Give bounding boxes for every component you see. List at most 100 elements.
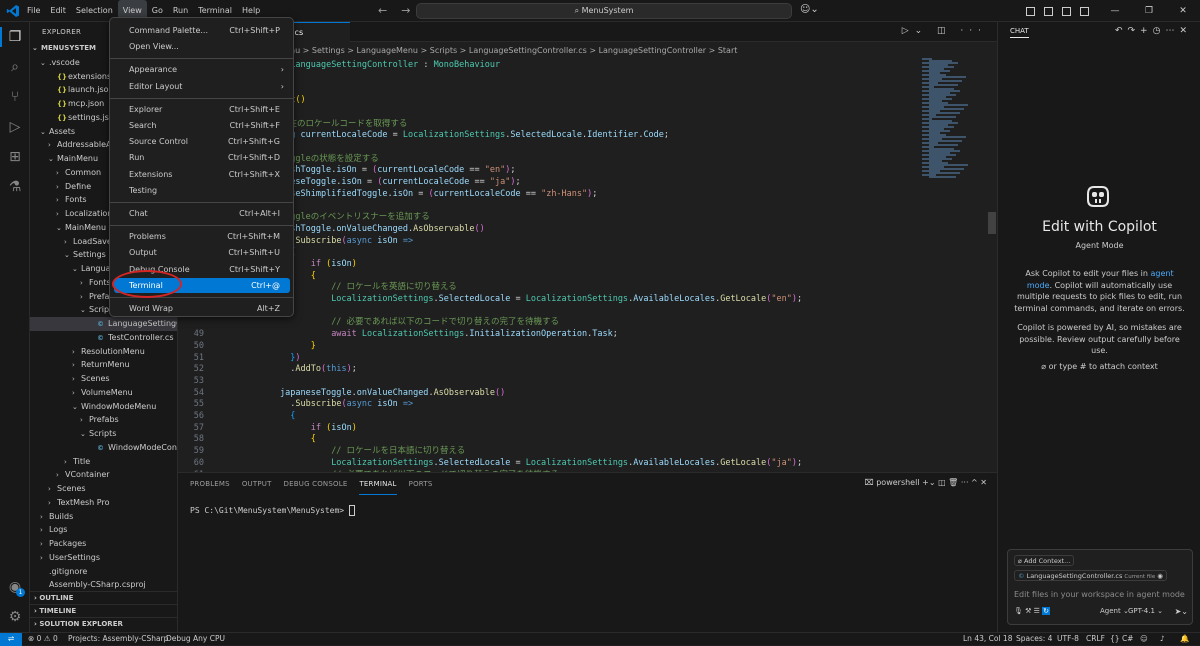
chat-input-box[interactable]: ⌀ Add Context... © LanguageSettingContro…	[1007, 549, 1193, 625]
solution-explorer-section[interactable]: › SOLUTION EXPLORER	[30, 617, 177, 630]
send-icon[interactable]: ➤⌄	[1175, 607, 1188, 616]
terminal-content[interactable]: PS C:\Git\MenuSystem\MenuSystem>	[190, 505, 355, 516]
menu-file[interactable]: File	[22, 0, 45, 22]
problems-status[interactable]: ⊗ 0 ⚠ 0	[28, 633, 58, 645]
model-select[interactable]: GPT-4.1 ⌄	[1128, 607, 1163, 615]
panel-tab-terminal[interactable]: TERMINAL	[359, 473, 397, 495]
new-terminal-icon[interactable]: +⌄	[922, 478, 938, 487]
tree-folder[interactable]: › VContainer	[30, 468, 177, 482]
tree-folder[interactable]: ⌄ Scripts	[30, 427, 177, 441]
maximize-panel-icon[interactable]: ^	[971, 478, 980, 487]
view-menu-item-output[interactable]: Output Ctrl+Shift+U	[114, 245, 290, 260]
extensions-icon[interactable]: ⊞	[6, 148, 24, 166]
settings-gear-icon[interactable]: ⚙	[6, 608, 24, 626]
view-menu-item-source-control[interactable]: Source Control Ctrl+Shift+G	[114, 134, 290, 149]
view-menu-item-word-wrap[interactable]: Word Wrap Alt+Z	[114, 301, 290, 316]
tree-folder[interactable]: › Packages	[30, 537, 177, 551]
trash-icon[interactable]: 🗑	[948, 478, 961, 487]
view-menu-item-extensions[interactable]: Extensions Ctrl+Shift+X	[114, 167, 290, 182]
close-button[interactable]: ✕	[1166, 6, 1200, 16]
language-mode[interactable]: {} C#	[1110, 633, 1133, 645]
chat-actions[interactable]: ↶↷+◷⋯✕	[1115, 26, 1192, 36]
current-file-chip[interactable]: © LanguageSettingController.cs Current f…	[1014, 570, 1167, 581]
view-menu-item-problems[interactable]: Problems Ctrl+Shift+M	[114, 229, 290, 244]
tree-folder[interactable]: › Scenes	[30, 482, 177, 496]
tree-folder[interactable]: › Logs	[30, 523, 177, 537]
split-terminal-icon[interactable]: ◫	[938, 478, 948, 487]
tools-icon[interactable]: ⚒	[1025, 607, 1034, 615]
chat-input-placeholder[interactable]: Edit files in your workspace in agent mo…	[1014, 590, 1185, 599]
editor-actions[interactable]: ▷⌄ ◫ ···	[902, 26, 987, 36]
view-menu-item-editor-layout[interactable]: Editor Layout ›	[114, 79, 290, 94]
tree-file[interactable]: .gitignore	[30, 565, 177, 579]
tree-folder[interactable]: › Scenes	[30, 372, 177, 386]
more-icon[interactable]: ···	[961, 478, 971, 487]
copilot-menu-button[interactable]: ☺⌄	[800, 4, 819, 15]
tree-folder[interactable]: › Title	[30, 455, 177, 469]
outline-section[interactable]: › OUTLINE	[30, 591, 177, 604]
remote-icon[interactable]: ⇌	[0, 633, 22, 646]
tree-file[interactable]: © TestController.cs	[30, 331, 177, 345]
panel-tab-output[interactable]: OUTPUT	[242, 473, 272, 495]
command-center-search[interactable]: ⌕ MenuSystem	[416, 3, 792, 19]
menu-edit[interactable]: Edit	[45, 0, 71, 22]
secondary-sidebar-toggle-icon[interactable]	[1080, 6, 1089, 16]
panel-tab-debug-console[interactable]: DEBUG CONSOLE	[284, 473, 348, 495]
bell-icon[interactable]: 🔔	[1180, 633, 1189, 645]
breadcrumb[interactable]: nu > Settings > LanguageMenu > Scripts >…	[290, 44, 737, 58]
notifications-icon[interactable]: ♪	[1160, 633, 1165, 645]
agent-mode-select[interactable]: Agent ⌄	[1100, 607, 1129, 615]
project-status[interactable]: Projects: Assembly-CSharp	[68, 633, 168, 645]
view-menu-item-run[interactable]: Run Ctrl+Shift+D	[114, 150, 290, 165]
tree-file[interactable]: Assembly-CSharp.csproj	[30, 578, 177, 592]
panel-tab-ports[interactable]: PORTS	[409, 473, 433, 495]
view-menu-item-appearance[interactable]: Appearance ›	[114, 62, 290, 77]
layout-toggle-icon[interactable]	[1026, 6, 1035, 16]
panel-tab-problems[interactable]: PROBLEMS	[190, 473, 230, 495]
search-icon[interactable]: ⌕	[6, 58, 24, 76]
list-icon[interactable]: ☰	[1034, 607, 1043, 615]
tree-folder[interactable]: ⌄ WindowModeMenu	[30, 400, 177, 414]
menu-separator	[110, 202, 293, 203]
eye-icon[interactable]: ◉	[1157, 572, 1163, 580]
tree-folder[interactable]: › ResolutionMenu	[30, 345, 177, 359]
add-context-button[interactable]: ⌀ Add Context...	[1014, 555, 1075, 566]
tree-folder[interactable]: › UserSettings	[30, 551, 177, 565]
build-config[interactable]: Debug Any CPU	[166, 633, 225, 645]
view-menu-item-open-view[interactable]: Open View...	[114, 39, 290, 54]
source-control-icon[interactable]: ⑂	[6, 88, 24, 106]
panel-toggle-icon[interactable]	[1062, 6, 1071, 16]
minimize-button[interactable]: —	[1098, 6, 1132, 16]
run-debug-icon[interactable]: ▷	[6, 118, 24, 136]
explorer-icon[interactable]: ❐	[6, 28, 24, 46]
view-menu-item-command-palette[interactable]: Command Palette... Ctrl+Shift+P	[114, 23, 290, 38]
copilot-status-icon[interactable]: ☺	[1140, 633, 1148, 645]
chat-header[interactable]: CHAT	[1010, 27, 1029, 38]
maximize-button[interactable]: ❐	[1132, 6, 1166, 16]
view-menu-item-explorer[interactable]: Explorer Ctrl+Shift+E	[114, 102, 290, 117]
tree-file[interactable]: © LanguageSettingController.cs	[30, 317, 177, 331]
tree-folder[interactable]: › Builds	[30, 510, 177, 524]
timeline-section[interactable]: › TIMELINE	[30, 604, 177, 617]
encoding[interactable]: UTF-8	[1057, 633, 1079, 645]
view-menu-item-search[interactable]: Search Ctrl+Shift+F	[114, 118, 290, 133]
cursor-position[interactable]: Ln 43, Col 18	[963, 633, 1012, 645]
editor-scrollbar[interactable]	[988, 212, 996, 234]
mic-icon[interactable]: 🎙	[1014, 607, 1025, 615]
tree-item-label: TestController.cs	[108, 332, 174, 342]
line-ending[interactable]: CRLF	[1086, 633, 1105, 645]
minimap[interactable]	[918, 58, 988, 178]
testing-icon[interactable]: ⚗	[6, 178, 24, 196]
sidebar-toggle-icon[interactable]	[1044, 6, 1053, 16]
editor-tab[interactable]: .cs	[290, 22, 350, 42]
view-menu-item-chat[interactable]: Chat Ctrl+Alt+I	[114, 206, 290, 221]
tree-folder[interactable]: › VolumeMenu	[30, 386, 177, 400]
indentation[interactable]: Spaces: 4	[1016, 633, 1052, 645]
view-menu-item-testing[interactable]: Testing	[114, 183, 290, 198]
tree-folder[interactable]: › TextMesh Pro	[30, 496, 177, 510]
close-panel-icon[interactable]: ✕	[980, 478, 987, 487]
tree-folder[interactable]: › ReturnMenu	[30, 358, 177, 372]
tree-file[interactable]: © WindowModeController.cs	[30, 441, 177, 455]
tree-folder[interactable]: › Prefabs	[30, 413, 177, 427]
refresh-icon[interactable]: ↻	[1042, 607, 1051, 615]
